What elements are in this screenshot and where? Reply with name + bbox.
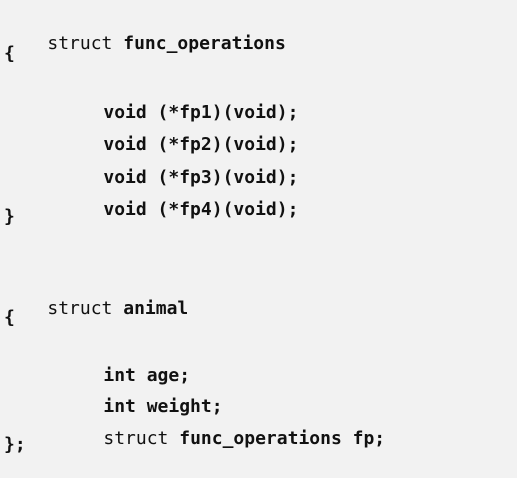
- struct-keyword: struct: [47, 298, 113, 319]
- member-line: void (*fp3)(void);: [4, 139, 298, 188]
- close-brace: }: [4, 206, 15, 227]
- struct-animal-declaration: struct animal: [4, 270, 188, 319]
- member-line: int weight;: [4, 368, 222, 417]
- struct-keyword: struct: [103, 428, 169, 449]
- member-line: void (*fp1)(void);: [4, 74, 298, 123]
- struct-keyword: struct: [47, 33, 113, 54]
- close-brace: };: [4, 434, 26, 455]
- code-snippet: struct func_operations { void (*fp1)(voi…: [0, 0, 517, 459]
- member-declaration: func_operations fp;: [179, 428, 386, 449]
- struct-name: animal: [123, 298, 189, 319]
- open-brace: {: [4, 43, 15, 64]
- member-line: void (*fp2)(void);: [4, 106, 298, 155]
- struct-func-operations-declaration: struct func_operations: [4, 5, 285, 54]
- member-line: int age;: [4, 337, 190, 386]
- open-brace: {: [4, 307, 15, 328]
- member-declaration: void (*fp4)(void);: [103, 199, 299, 220]
- member-line: struct func_operations fp;: [4, 400, 385, 449]
- struct-name: func_operations: [123, 33, 286, 54]
- member-line: void (*fp4)(void);: [4, 171, 298, 220]
